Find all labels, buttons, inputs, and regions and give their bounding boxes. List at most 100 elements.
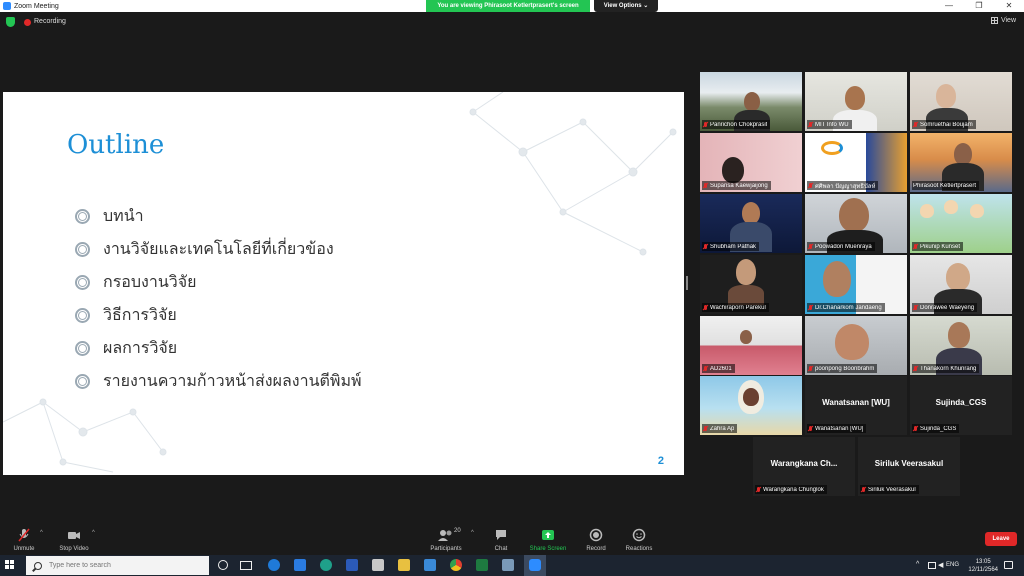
video-tile-no-video[interactable]: Siriluk Veerasakul Siriluk Veerasakul <box>858 437 960 496</box>
photos-icon[interactable] <box>424 559 436 571</box>
split-resize-handle[interactable] <box>686 276 688 290</box>
video-tile[interactable]: Wachiraporn Parekul <box>700 255 802 314</box>
video-tile[interactable]: ศศิพลา ปัญญาสุทธิบัลห์ <box>805 133 907 192</box>
video-tile[interactable]: Poowadon Muenraya <box>805 194 907 253</box>
participant-body <box>728 285 764 305</box>
share-screen-button[interactable]: Share Screen <box>528 528 568 552</box>
meeting-controls-bar: Unmute ^ Stop Video ^ Participants 20 ^ … <box>0 525 1024 555</box>
mic-muted-icon <box>808 182 813 189</box>
participant-face <box>839 198 869 232</box>
view-button[interactable]: View <box>990 17 1016 24</box>
outline-item: งานวิจัยและเทคโนโลยีที่เกี่ยวข้อง <box>75 233 362 266</box>
minimize-button[interactable]: — <box>934 0 964 12</box>
tile-name-label: Donrawee Waeyeng <box>912 303 978 312</box>
tile-name-label: Wanatsanan [WU] <box>807 424 867 433</box>
mic-muted-icon <box>18 528 30 542</box>
app-icon[interactable] <box>502 559 514 571</box>
video-tile-no-video[interactable]: Sujinda_CGS Sujinda_CGS <box>910 376 1012 435</box>
participant-face <box>948 322 970 348</box>
windows-start-icon[interactable] <box>5 560 15 570</box>
cortana-icon[interactable] <box>218 560 228 570</box>
video-tile-active-speaker[interactable]: Phirasoot Ketlertprasert <box>910 133 1012 192</box>
mic-muted-icon <box>808 121 813 128</box>
outline-item-text: วิธีการวิจัย <box>103 305 177 324</box>
bullet-ring-icon <box>75 341 90 356</box>
video-tile[interactable]: Shubham Pathak <box>700 194 802 253</box>
video-camera-icon <box>68 532 80 539</box>
participant-face <box>954 143 972 165</box>
participants-options-caret-icon[interactable]: ^ <box>471 530 474 536</box>
mic-muted-icon <box>703 304 708 311</box>
chat-button[interactable]: Chat <box>490 528 512 552</box>
outline-item-text: รายงานความก้าวหน้าส่งผลงานตีพิมพ์ <box>103 371 362 390</box>
video-options-caret-icon[interactable]: ^ <box>92 530 95 536</box>
outline-item-text: บทนำ <box>103 206 144 225</box>
tile-center-name: Siriluk Veerasakul <box>874 459 944 468</box>
video-tile[interactable]: Somruethai Boujam <box>910 72 1012 131</box>
share-screen-label: Share Screen <box>529 546 567 552</box>
bullet-ring-icon <box>75 209 90 224</box>
mic-muted-icon <box>703 243 708 250</box>
video-tile[interactable]: Supansa Kaewjaijong <box>700 133 802 192</box>
video-tile[interactable]: Panrichon Chokprasit <box>700 72 802 131</box>
mail-icon[interactable] <box>294 559 306 571</box>
mic-muted-icon <box>913 425 918 432</box>
video-tile[interactable]: Thanakorn Khunrang <box>910 316 1012 375</box>
outline-item-text: กรอบงานวิจัย <box>103 272 197 291</box>
store-icon[interactable] <box>372 559 384 571</box>
outline-item: รายงานความก้าวหน้าส่งผลงานตีพิมพ์ <box>75 365 362 398</box>
recording-icon <box>24 19 31 26</box>
participant-face <box>823 261 851 297</box>
edge-icon[interactable] <box>268 559 280 571</box>
taskbar-search[interactable] <box>26 556 209 575</box>
file-explorer-icon[interactable] <box>398 559 410 571</box>
audio-options-caret-icon[interactable]: ^ <box>40 530 43 536</box>
taskbar-search-input[interactable] <box>49 562 189 569</box>
tile-center-name: Wanatsanan [WU] <box>822 398 890 407</box>
clock-date: 12/11/2564 <box>968 567 998 573</box>
video-tile[interactable]: Donrawee Waeyeng <box>910 255 1012 314</box>
participant-face <box>736 259 756 285</box>
video-tile[interactable]: AD2601 <box>700 316 802 375</box>
tile-name-label: poonpong Boonbrahm <box>807 364 878 373</box>
security-shield-icon[interactable] <box>6 17 15 27</box>
video-tile[interactable]: poonpong Boonbrahm <box>805 316 907 375</box>
tray-overflow-icon[interactable]: ^ <box>916 561 919 568</box>
chat-icon <box>496 530 506 540</box>
word-icon[interactable] <box>346 559 358 571</box>
chrome-icon[interactable] <box>450 559 462 571</box>
excel-icon[interactable] <box>476 559 488 571</box>
zoom-taskbar-button[interactable] <box>524 555 546 576</box>
close-button[interactable]: ✕ <box>994 0 1024 12</box>
view-options-button[interactable]: View Options ⌄ <box>594 0 658 12</box>
video-tile[interactable]: MIT Info WU <box>805 72 907 131</box>
recording-label: Recording <box>34 18 66 25</box>
outline-item-text: ผลการวิจัย <box>103 338 178 357</box>
reactions-button[interactable]: Reactions <box>622 528 656 552</box>
maximize-button[interactable]: ❐ <box>964 0 994 12</box>
mic-muted-icon <box>861 486 866 493</box>
volume-icon[interactable]: ◀ <box>938 561 943 569</box>
taskbar-clock[interactable]: 13:05 12/11/2564 <box>968 558 998 574</box>
mic-muted-icon <box>913 365 918 372</box>
mic-muted-icon <box>913 304 918 311</box>
video-tile[interactable]: Dr.Chanarkom Jandaeng <box>805 255 907 314</box>
unmute-button[interactable]: Unmute <box>10 528 38 552</box>
notifications-icon[interactable] <box>1004 561 1013 569</box>
participant-face <box>722 157 744 183</box>
leave-button[interactable]: Leave <box>985 532 1017 546</box>
mic-muted-icon <box>808 304 813 311</box>
outline-item: วิธีการวิจัย <box>75 299 362 332</box>
video-tile[interactable]: Pikunip Kunset <box>910 194 1012 253</box>
emoji-icon <box>632 528 646 542</box>
edge-chromium-icon[interactable] <box>320 559 332 571</box>
stop-video-button[interactable]: Stop Video <box>56 528 92 552</box>
participants-icon <box>438 530 452 541</box>
video-tile[interactable]: Zahra Ap <box>700 376 802 435</box>
network-icon[interactable] <box>928 562 936 569</box>
video-tile-no-video[interactable]: Warangkana Ch... Warangkana Chunglok <box>753 437 855 496</box>
language-indicator[interactable]: ENG <box>946 562 959 568</box>
video-tile-no-video[interactable]: Wanatsanan [WU] Wanatsanan [WU] <box>805 376 907 435</box>
record-button[interactable]: Record <box>584 528 608 552</box>
task-view-icon[interactable] <box>240 561 252 570</box>
